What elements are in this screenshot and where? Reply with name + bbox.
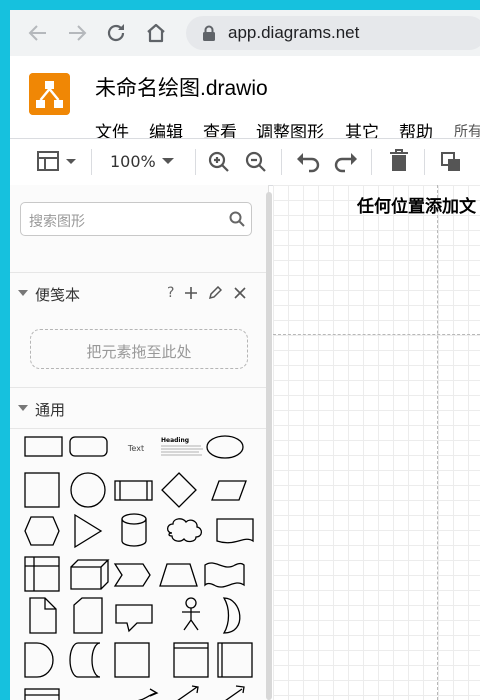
cloud-shape[interactable] bbox=[166, 518, 203, 543]
general-header[interactable]: 通用 bbox=[10, 387, 268, 429]
heading-shape-lines bbox=[161, 445, 203, 456]
canvas-hint: 任何位置添加文 bbox=[357, 197, 476, 217]
toolbar-divider bbox=[91, 149, 92, 175]
cube-shape[interactable] bbox=[70, 559, 110, 590]
card-shape[interactable] bbox=[73, 597, 103, 634]
scratchpad-help-icon[interactable]: ? bbox=[167, 285, 174, 301]
home-icon[interactable] bbox=[144, 21, 168, 45]
toolbar-divider bbox=[371, 149, 372, 175]
scratchpad-drop-zone[interactable]: 把元素拖至此处 bbox=[30, 329, 248, 369]
collapse-triangle-icon[interactable] bbox=[18, 405, 28, 411]
redo-icon[interactable] bbox=[332, 139, 360, 185]
zoom-value: 100% bbox=[110, 152, 156, 171]
browser-window: app.diagrams.net 未命名绘图.drawio 文件 编辑 查看 调… bbox=[10, 10, 480, 700]
back-icon[interactable] bbox=[26, 21, 50, 45]
page-break-vertical bbox=[437, 185, 438, 700]
app-header: 未命名绘图.drawio 文件 编辑 查看 调整图形 其它 帮助 所有 bbox=[10, 56, 480, 148]
general-shapes-palette: Text Heading bbox=[24, 435, 254, 700]
text-shape[interactable]: Text bbox=[127, 444, 144, 453]
bidirectional-arrow-shape[interactable] bbox=[222, 685, 245, 700]
triangle-shape[interactable] bbox=[74, 513, 103, 549]
to-front-icon[interactable] bbox=[438, 139, 464, 185]
zoom-dropdown[interactable]: 100% bbox=[100, 139, 180, 185]
undo-icon[interactable] bbox=[294, 139, 322, 185]
callout-shape[interactable] bbox=[115, 604, 153, 633]
container-shape[interactable] bbox=[114, 642, 150, 678]
diamond-shape[interactable] bbox=[161, 472, 197, 508]
add-icon[interactable] bbox=[184, 286, 198, 300]
drawio-logo-icon bbox=[29, 73, 70, 115]
document-title[interactable]: 未命名绘图.drawio bbox=[95, 72, 268, 102]
diagram-canvas[interactable]: 任何位置添加文 bbox=[273, 185, 480, 700]
or-shape[interactable] bbox=[222, 597, 241, 634]
tape-shape[interactable] bbox=[204, 562, 245, 588]
circle-shape[interactable] bbox=[70, 472, 106, 508]
hexagon-shape[interactable] bbox=[24, 516, 60, 546]
rounded-rectangle-shape[interactable] bbox=[69, 436, 108, 457]
internal-storage-shape[interactable] bbox=[24, 556, 60, 592]
chevron-down-icon bbox=[162, 158, 174, 164]
process-inner-lines bbox=[119, 481, 148, 500]
lock-icon bbox=[203, 25, 215, 41]
forward-icon[interactable] bbox=[65, 21, 89, 45]
format-panel-icon[interactable] bbox=[34, 139, 80, 185]
shapes-sidebar: 搜索图形 便笺本 ? 把元素拖至此处 通用 Text Heading bbox=[10, 185, 269, 700]
document-shape[interactable] bbox=[216, 518, 254, 544]
toolbar-divider bbox=[281, 149, 282, 175]
scratchpad-header[interactable]: 便笺本 ? bbox=[10, 272, 268, 313]
delay-shape[interactable] bbox=[24, 642, 54, 678]
step-shape[interactable] bbox=[113, 563, 151, 587]
search-icon[interactable] bbox=[229, 211, 245, 227]
search-placeholder: 搜索图形 bbox=[29, 214, 85, 230]
swimlane-shape[interactable] bbox=[217, 642, 253, 678]
data-storage-shape[interactable] bbox=[69, 642, 101, 678]
sidebar-scrollbar[interactable] bbox=[266, 192, 272, 700]
arrow-shape[interactable] bbox=[177, 685, 199, 700]
scratchpad-title: 便笺本 bbox=[35, 286, 81, 304]
address-bar[interactable]: app.diagrams.net bbox=[186, 16, 480, 50]
parallelogram-shape[interactable] bbox=[211, 480, 247, 501]
edit-icon[interactable] bbox=[208, 286, 222, 300]
actor-shape[interactable] bbox=[185, 597, 197, 609]
url-text: app.diagrams.net bbox=[228, 23, 360, 42]
ellipse-shape[interactable] bbox=[206, 435, 244, 459]
trapezoid-shape[interactable] bbox=[159, 563, 198, 587]
browser-toolbar: app.diagrams.net bbox=[10, 10, 480, 56]
square-shape[interactable] bbox=[24, 472, 60, 508]
collapse-triangle-icon[interactable] bbox=[18, 290, 28, 296]
reload-icon[interactable] bbox=[104, 21, 128, 45]
delete-icon[interactable] bbox=[386, 139, 412, 185]
zoom-in-icon[interactable] bbox=[206, 139, 232, 185]
rectangle-shape[interactable] bbox=[24, 436, 63, 457]
zoom-out-icon[interactable] bbox=[243, 139, 269, 185]
search-shapes-input[interactable]: 搜索图形 bbox=[20, 202, 252, 236]
curve-shape[interactable] bbox=[134, 692, 157, 700]
toolbar-divider bbox=[195, 149, 196, 175]
toolbar-divider bbox=[424, 149, 425, 175]
close-icon[interactable] bbox=[234, 287, 246, 299]
toolbar: 100% bbox=[10, 138, 480, 186]
heading-shape[interactable]: Heading bbox=[161, 437, 189, 444]
page-break-horizontal bbox=[273, 334, 480, 335]
drop-hint: 把元素拖至此处 bbox=[86, 343, 192, 361]
general-title: 通用 bbox=[35, 401, 66, 419]
note-shape[interactable] bbox=[29, 597, 57, 634]
